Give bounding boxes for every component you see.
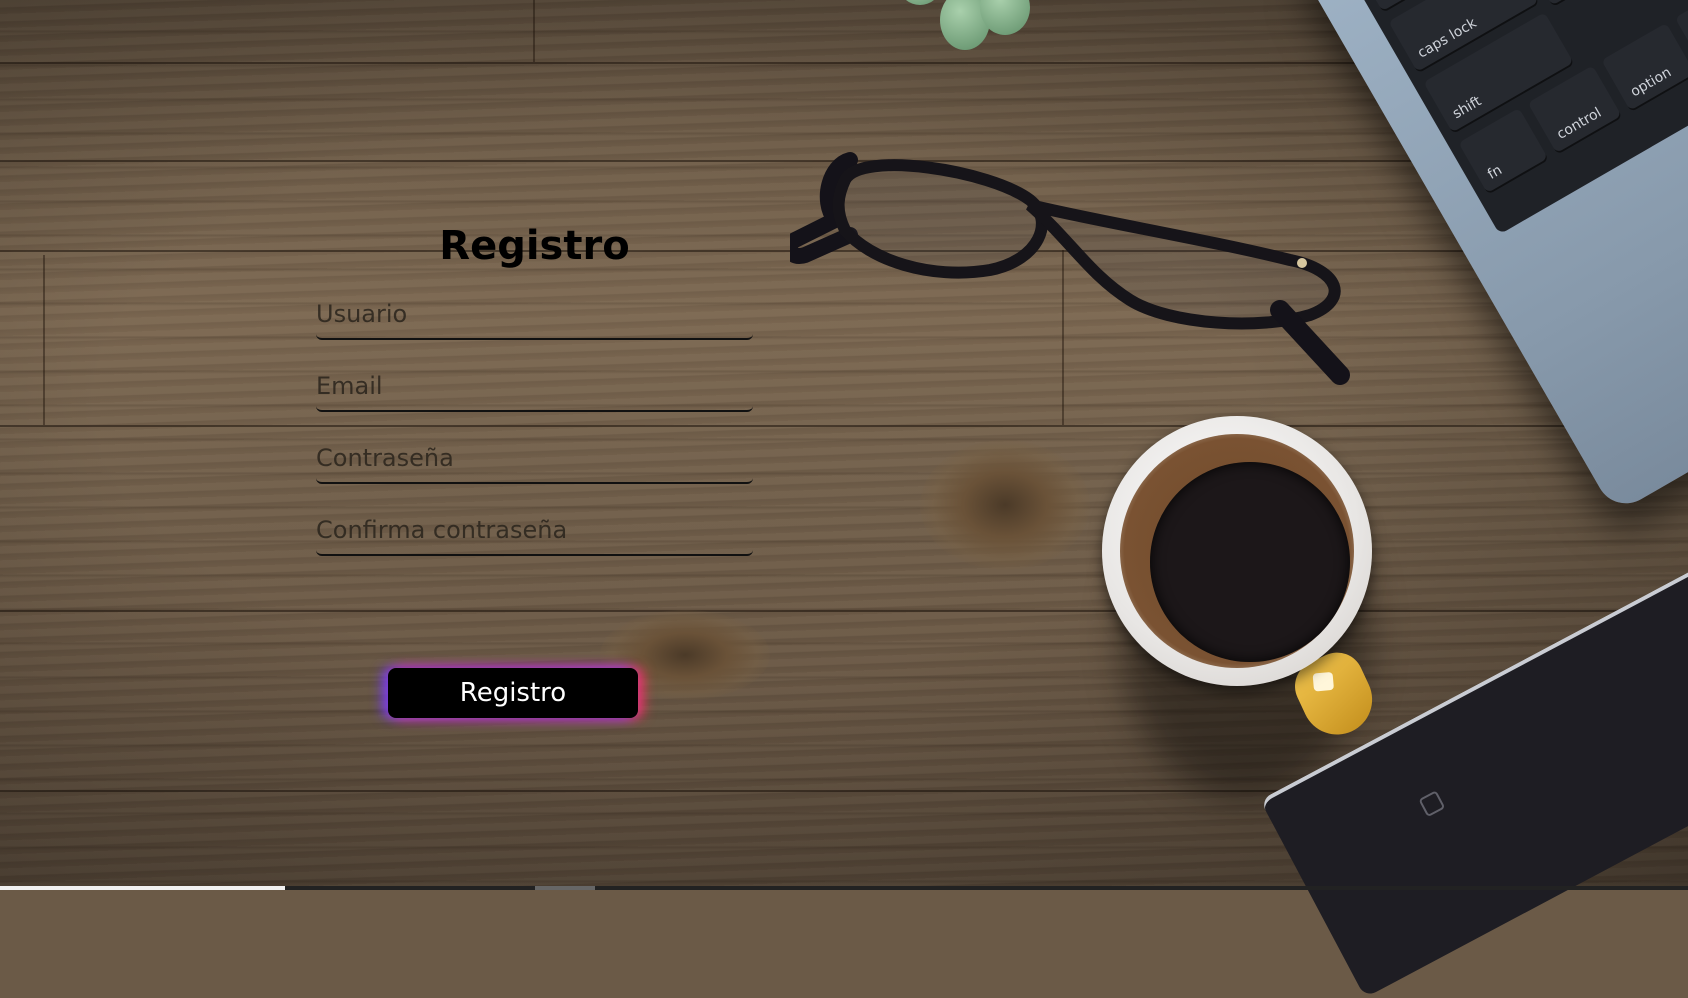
register-button[interactable]: Registro [388,668,638,718]
password-input[interactable] [316,440,753,476]
username-input[interactable] [316,296,753,332]
home-button-icon [1418,790,1446,818]
form-title: Registro [439,223,630,269]
glasses-decoration [790,152,1350,385]
bottom-strip [0,886,1688,890]
coffee-cup-decoration [1102,416,1372,686]
username-field [316,292,753,340]
email-input[interactable] [316,368,753,404]
email-field [316,364,753,412]
confirm-password-field [316,508,753,556]
plant-decoration [900,0,1060,60]
registration-form: Registro Registro [316,220,753,718]
submit-wrap: Registro [388,668,638,718]
confirm-password-input[interactable] [316,512,753,548]
password-field [316,436,753,484]
